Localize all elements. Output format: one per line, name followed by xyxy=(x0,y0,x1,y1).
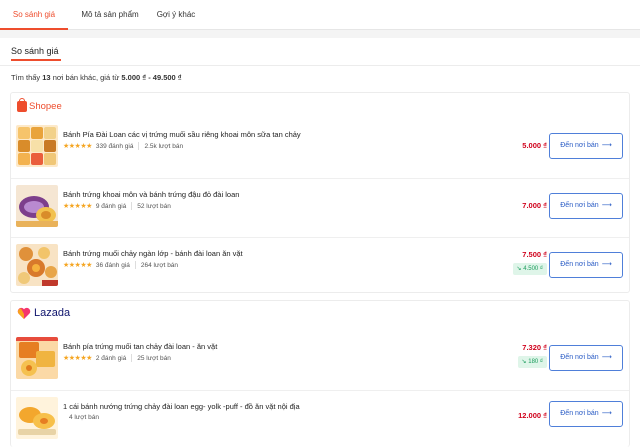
product-name[interactable]: Bánh Pía Đài Loan các vị trứng muối sầu … xyxy=(63,130,301,139)
summary-range: 5.000 ₫ - 49.500 ₫ xyxy=(121,73,182,82)
go-to-store-button[interactable]: Đến nơi bán ⟶ xyxy=(549,193,623,219)
product-row: Bánh Pía Đài Loan các vị trứng muối sầu … xyxy=(11,119,629,175)
sold-count: 2.5k lượt bán xyxy=(144,142,184,150)
tab-bar: So sánh giá Mô tả sản phẩm Gợi ý khác xyxy=(0,0,640,30)
go-to-store-button[interactable]: Đến nơi bán ⟶ xyxy=(549,252,623,278)
product-price: 12.000 ₫ xyxy=(518,411,547,420)
button-label: Đến nơi bán xyxy=(560,410,599,417)
arrow-right-icon: ⟶ xyxy=(601,261,612,268)
price-drop-badge: ↘ 180 ₫ xyxy=(517,356,547,368)
section-underline xyxy=(11,59,61,61)
section-title: So sánh giá xyxy=(11,46,59,56)
price-compare-panel: So sánh giá Tìm thấy 13 nơi bán khác, gi… xyxy=(0,38,640,447)
product-thumbnail[interactable] xyxy=(16,397,58,439)
product-price: 7.320 ₫ xyxy=(522,343,547,352)
product-price: 5.000 ₫ xyxy=(522,141,547,150)
product-meta: ★★★★★ 9 đánh giá 52 lượt bán xyxy=(63,202,171,210)
product-name[interactable]: Bánh trứng khoai môn và bánh trứng đậu đ… xyxy=(63,190,239,199)
arrow-right-icon: ⟶ xyxy=(601,142,612,149)
go-to-store-button[interactable]: Đến nơi bán ⟶ xyxy=(549,133,623,159)
product-meta: ★★★★★ 2 đánh giá 25 lượt bán xyxy=(63,354,171,362)
summary-prefix: Tìm thấy xyxy=(11,73,43,82)
shopee-bag-icon xyxy=(17,97,27,112)
price-drop-value: 4.500 ₫ xyxy=(523,266,543,272)
shop-card-lazada: Lazada Bánh pía trứng muối tan chảy đài … xyxy=(10,300,630,447)
tab-price-compare[interactable]: So sánh giá xyxy=(0,0,68,30)
price-drop-badge: ↘ 4.500 ₫ xyxy=(512,263,547,275)
review-count: 2 đánh giá xyxy=(95,354,127,362)
summary-middle: nơi bán khác, giá từ xyxy=(50,73,122,82)
rating-stars: ★★★★★ xyxy=(63,355,92,362)
product-price: 7.500 ₫ xyxy=(522,250,547,259)
button-label: Đến nơi bán xyxy=(560,354,599,361)
product-row: Bánh trứng khoai môn và bánh trứng đậu đ… xyxy=(11,178,629,234)
product-row: 1 cái bánh nướng trứng chảy đài loan egg… xyxy=(11,390,629,446)
shop-logo-lazada[interactable]: Lazada xyxy=(17,305,70,321)
product-thumbnail[interactable] xyxy=(16,337,58,379)
product-thumbnail[interactable] xyxy=(16,125,58,167)
button-label: Đến nơi bán xyxy=(560,142,599,149)
tab-product-description[interactable]: Mô tả sản phẩm xyxy=(74,0,146,30)
button-label: Đến nơi bán xyxy=(560,202,599,209)
divider xyxy=(0,65,640,66)
product-meta: 4 lượt bán xyxy=(69,414,99,421)
price-drop-value: 180 ₫ xyxy=(528,359,543,365)
product-meta: ★★★★★ 36 đánh giá 264 lượt bán xyxy=(63,261,178,269)
tab-suggestions[interactable]: Gợi ý khác xyxy=(150,0,202,30)
meta-separator xyxy=(131,354,133,362)
review-count: 339 đánh giá xyxy=(95,142,134,150)
go-to-store-button[interactable]: Đến nơi bán ⟶ xyxy=(549,345,623,371)
shop-card-shopee: Shopee Bánh Pía Đài Loan các vị trứng mu… xyxy=(10,92,630,293)
button-label: Đến nơi bán xyxy=(560,261,599,268)
sold-count: 4 lượt bán xyxy=(69,414,99,421)
product-price: 7.000 ₫ xyxy=(522,201,547,210)
review-count: 9 đánh giá xyxy=(95,202,127,210)
rating-stars: ★★★★★ xyxy=(63,203,92,210)
sold-count: 25 lượt bán xyxy=(137,354,171,362)
product-page: So sánh giá Mô tả sản phẩm Gợi ý khác So… xyxy=(0,0,640,447)
shop-logo-shopee[interactable]: Shopee xyxy=(17,97,62,114)
summary-text: Tìm thấy 13 nơi bán khác, giá từ 5.000 ₫… xyxy=(11,73,182,82)
product-thumbnail[interactable] xyxy=(16,185,58,227)
product-name[interactable]: Bánh trứng muối chảy ngàn lớp - bánh đài… xyxy=(63,249,243,258)
arrow-right-icon: ⟶ xyxy=(601,354,612,361)
product-row: Bánh pía trứng muối tan chảy đài loan - … xyxy=(11,331,629,387)
go-to-store-button[interactable]: Đến nơi bán ⟶ xyxy=(549,401,623,427)
sold-count: 52 lượt bán xyxy=(137,202,171,210)
product-row: Bánh trứng muối chảy ngàn lớp - bánh đài… xyxy=(11,237,629,293)
product-thumbnail[interactable] xyxy=(16,244,58,286)
lazada-heart-icon xyxy=(17,307,31,320)
arrow-right-icon: ⟶ xyxy=(601,202,612,209)
rating-stars: ★★★★★ xyxy=(63,262,92,269)
meta-separator xyxy=(134,261,136,269)
review-count: 36 đánh giá xyxy=(95,261,130,269)
product-meta: ★★★★★ 339 đánh giá 2.5k lượt bán xyxy=(63,142,183,150)
product-name[interactable]: 1 cái bánh nướng trứng chảy đài loan egg… xyxy=(63,402,300,411)
sold-count: 264 lượt bán xyxy=(140,261,179,269)
shop-name: Shopee xyxy=(29,100,62,112)
shop-name: Lazada xyxy=(34,307,71,319)
rating-stars: ★★★★★ xyxy=(63,143,92,150)
meta-separator xyxy=(138,142,140,150)
arrow-right-icon: ⟶ xyxy=(601,410,612,417)
product-name[interactable]: Bánh pía trứng muối tan chảy đài loan - … xyxy=(63,342,217,351)
summary-count: 13 xyxy=(42,73,51,82)
meta-separator xyxy=(131,202,133,210)
